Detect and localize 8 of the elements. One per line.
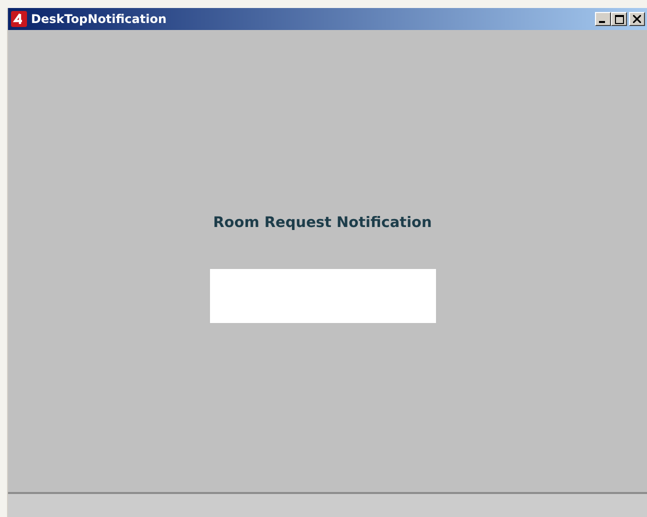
- close-icon: [633, 15, 641, 23]
- close-button[interactable]: [629, 12, 645, 26]
- maximize-icon: [614, 14, 624, 24]
- window-title: DeskTopNotification: [31, 12, 168, 26]
- app-icon: [11, 11, 27, 27]
- notification-heading: Room Request Notification: [213, 215, 432, 231]
- minimize-button[interactable]: [595, 12, 611, 26]
- maximize-button[interactable]: [611, 12, 627, 26]
